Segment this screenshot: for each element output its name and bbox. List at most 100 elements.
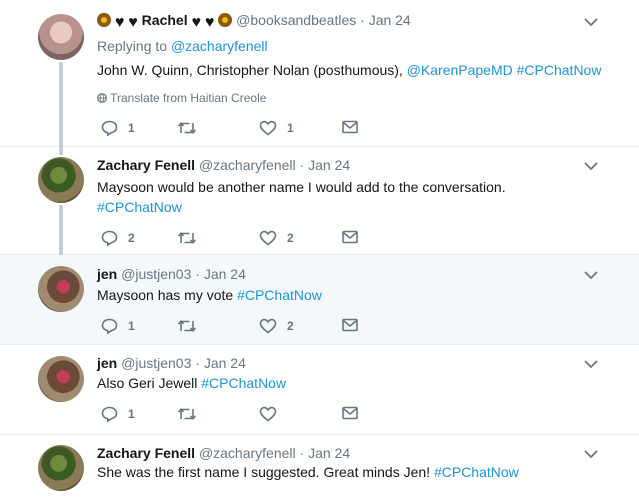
black-heart-emoji: ♥ xyxy=(128,14,138,31)
reply-button[interactable]: 2 xyxy=(101,230,135,246)
direct-message-button[interactable] xyxy=(342,230,358,244)
chevron-down-icon[interactable] xyxy=(584,270,598,280)
user-handle[interactable]: @justjen03 xyxy=(121,355,191,371)
user-handle[interactable]: @zacharyfenell xyxy=(199,445,296,461)
avatar[interactable] xyxy=(38,14,84,60)
reply-icon xyxy=(101,120,118,136)
like-count: 1 xyxy=(287,121,294,135)
direct-message-button[interactable] xyxy=(342,406,358,420)
tweet-text-plain: Also Geri Jewell xyxy=(97,375,202,391)
like-button[interactable]: 2 xyxy=(259,230,294,246)
direct-message-icon xyxy=(342,230,358,244)
reply-button[interactable]: 1 xyxy=(101,406,135,422)
display-name[interactable]: jen xyxy=(97,355,117,371)
globe-icon xyxy=(97,93,107,103)
user-handle[interactable]: @booksandbeatles xyxy=(236,12,356,28)
hashtag-link[interactable]: #CPChatNow xyxy=(97,197,506,217)
replying-handle-link[interactable]: @zacharyfenell xyxy=(171,38,268,54)
display-name[interactable]: jen xyxy=(97,266,117,282)
tweet-actions: 2 2 xyxy=(101,230,361,246)
hashtag-link[interactable]: #CPChatNow xyxy=(201,375,286,391)
retweet-icon xyxy=(177,407,197,421)
separator-dot: · xyxy=(299,157,305,173)
reply-button[interactable]: 1 xyxy=(101,318,135,334)
like-icon xyxy=(259,230,277,246)
avatar[interactable] xyxy=(38,356,84,402)
display-name[interactable]: Zachary Fenell xyxy=(97,445,195,461)
like-icon xyxy=(259,120,277,136)
reply-button[interactable]: 1 xyxy=(101,120,135,136)
user-handle[interactable]: @zacharyfenell xyxy=(199,157,296,173)
separator-dot: · xyxy=(195,266,200,282)
tweet-text: She was the first name I suggested. Grea… xyxy=(97,462,519,482)
tweet-text: John W. Quinn, Christopher Nolan (posthu… xyxy=(97,60,601,80)
retweet-button[interactable] xyxy=(177,318,197,334)
tweet-text: Also Geri Jewell #CPChatNow xyxy=(97,373,286,393)
avatar[interactable] xyxy=(38,157,84,203)
black-heart-emoji: ♥ xyxy=(204,14,215,31)
hashtag-link[interactable]: #CPChatNow xyxy=(517,62,602,78)
tweet-actions: 1 xyxy=(101,406,361,422)
tweet-header: Zachary Fenell @zacharyfenell · Jan 24 xyxy=(97,445,350,461)
thread-line xyxy=(59,147,63,155)
tweet-header: jen @justjen03 · Jan 24 xyxy=(97,266,246,282)
like-count: 2 xyxy=(287,231,294,245)
like-button[interactable]: 2 xyxy=(259,318,294,334)
tweet-text-line: Maysoon would be another name I would ad… xyxy=(97,179,506,195)
retweet-button[interactable] xyxy=(177,230,197,246)
tweet-header: jen @justjen03 · Jan 24 xyxy=(97,355,246,371)
tweet-1[interactable]: ♥ ♥ Rachel ♥ ♥ @booksandbeatles · Jan 24… xyxy=(0,0,639,147)
tweet-text: Maysoon has my vote #CPChatNow xyxy=(97,285,322,305)
mention-link[interactable]: @KarenPapeMD xyxy=(407,62,513,78)
tweet-date[interactable]: Jan 24 xyxy=(369,12,411,28)
black-heart-emoji: ♥ xyxy=(114,14,125,31)
tweet-5[interactable]: Zachary Fenell @zacharyfenell · Jan 24 S… xyxy=(0,435,639,498)
retweet-icon xyxy=(177,319,197,333)
tweet-actions: 1 1 xyxy=(101,120,361,136)
tweet-text-plain: She was the first name I suggested. Grea… xyxy=(97,464,434,480)
tweet-text: Maysoon would be another name I would ad… xyxy=(97,177,506,217)
direct-message-button[interactable] xyxy=(342,318,358,332)
user-handle[interactable]: @justjen03 xyxy=(121,266,191,282)
tweet-text-plain: John W. Quinn, Christopher Nolan (posthu… xyxy=(97,62,407,78)
like-button[interactable]: 1 xyxy=(259,120,294,136)
translate-link[interactable]: Translate from Haitian Creole xyxy=(97,91,266,105)
chevron-down-icon[interactable] xyxy=(584,17,598,27)
reply-count: 1 xyxy=(128,407,135,421)
hashtag-link[interactable]: #CPChatNow xyxy=(434,464,519,480)
avatar[interactable] xyxy=(38,445,84,491)
tweet-4[interactable]: jen @justjen03 · Jan 24 Also Geri Jewell… xyxy=(0,345,639,435)
retweet-icon xyxy=(177,121,197,135)
chevron-down-icon[interactable] xyxy=(584,359,598,369)
tweet-date[interactable]: Jan 24 xyxy=(308,445,350,461)
reply-icon xyxy=(101,406,118,422)
replying-label: Replying to xyxy=(97,38,171,54)
reply-count: 1 xyxy=(128,319,135,333)
reply-count: 1 xyxy=(128,121,135,135)
retweet-icon xyxy=(177,231,197,245)
thread-line xyxy=(59,62,63,147)
display-name[interactable]: Zachary Fenell xyxy=(97,157,195,173)
tweet-date[interactable]: Jan 24 xyxy=(204,355,246,371)
like-button[interactable] xyxy=(259,406,277,422)
separator-dot: · xyxy=(360,12,365,28)
tweet-date[interactable]: Jan 24 xyxy=(204,266,246,282)
retweet-button[interactable] xyxy=(177,406,197,422)
chevron-down-icon[interactable] xyxy=(584,449,598,459)
display-name[interactable]: Rachel xyxy=(142,12,188,28)
chevron-down-icon[interactable] xyxy=(584,161,598,171)
sunflower-emoji xyxy=(218,13,233,27)
separator-dot: · xyxy=(195,355,200,371)
avatar[interactable] xyxy=(38,266,84,312)
sunflower-emoji xyxy=(97,13,111,27)
like-icon xyxy=(259,318,277,334)
direct-message-icon xyxy=(342,120,358,134)
tweet-date[interactable]: Jan 24 xyxy=(308,157,350,173)
direct-message-button[interactable] xyxy=(342,120,358,134)
tweet-2[interactable]: Zachary Fenell @zacharyfenell · Jan 24 M… xyxy=(0,147,639,255)
hashtag-link[interactable]: #CPChatNow xyxy=(237,287,322,303)
like-count: 2 xyxy=(287,319,294,333)
retweet-button[interactable] xyxy=(177,120,197,136)
tweet-3[interactable]: jen @justjen03 · Jan 24 Maysoon has my v… xyxy=(0,255,639,345)
reply-count: 2 xyxy=(128,231,135,245)
